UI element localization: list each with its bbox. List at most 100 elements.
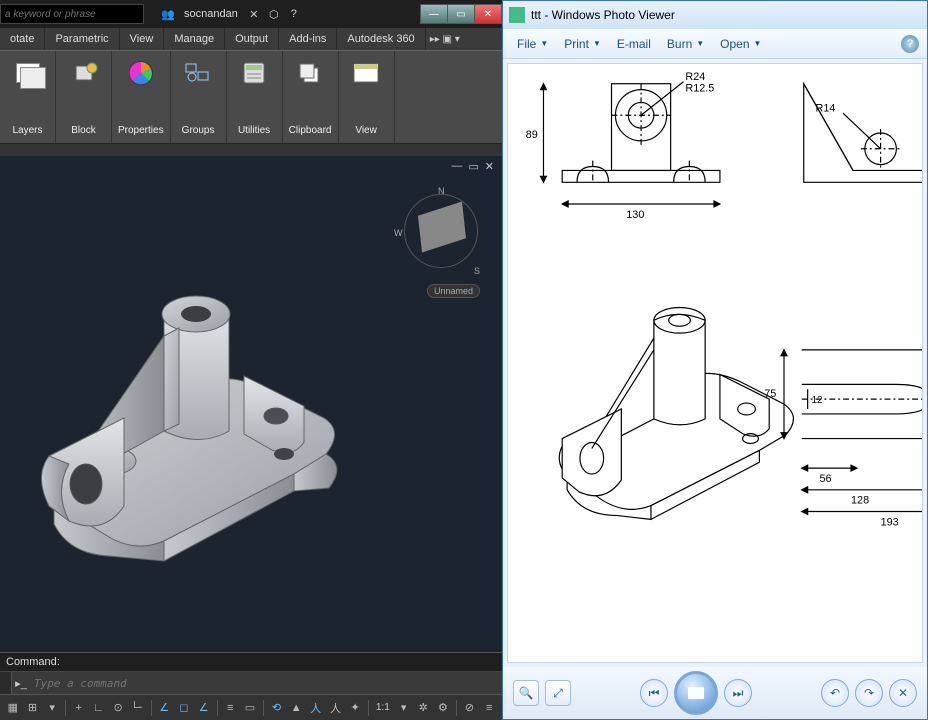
fit-button[interactable]: ⤢ (545, 680, 571, 706)
snap-ico[interactable]: ∠ (155, 698, 173, 718)
grid-ico[interactable]: ⊞ (24, 698, 42, 718)
gear-ico[interactable]: ⚙ (434, 698, 452, 718)
wpv-titlebar: ttt - Windows Photo Viewer (503, 1, 927, 29)
tab-view[interactable]: View (120, 28, 165, 50)
custom-ico[interactable]: ≡ (480, 698, 498, 718)
compass-w: W (394, 228, 403, 238)
menu-print[interactable]: Print▼ (558, 34, 607, 54)
exchange-icon[interactable]: ✕ (247, 7, 261, 21)
tab-annotate[interactable]: otate (0, 28, 45, 50)
cmd-prompt-icon: ▸_ (12, 677, 30, 690)
command-label: Command: (0, 653, 502, 672)
trans-ico[interactable]: ▭ (241, 698, 259, 718)
modes-ico[interactable]: ▾ (43, 698, 61, 718)
scale-drop-ico[interactable]: ▾ (395, 698, 413, 718)
minimize-button[interactable]: — (420, 4, 448, 24)
acad-titlebar: 👥 socnandan ✕ ⬡ ? — ▭ ✕ (0, 0, 502, 28)
group-utilities[interactable]: Utilities (227, 51, 283, 143)
view-icon (352, 59, 380, 87)
doc-restore-icon[interactable]: ▭ (468, 160, 478, 173)
osnap-ico[interactable]: ◻ (175, 698, 193, 718)
wpv-app-icon (509, 7, 525, 23)
filter-ico[interactable]: 人 (327, 698, 345, 718)
doc-close-icon[interactable]: ✕ (485, 160, 494, 173)
menu-open[interactable]: Open▼ (714, 34, 767, 54)
infer-ico[interactable]: + (70, 698, 88, 718)
otrack-ico[interactable]: ∠ (195, 698, 213, 718)
svg-text:12: 12 (812, 395, 823, 406)
group-groups[interactable]: Groups (171, 51, 227, 143)
block-label: Block (71, 122, 95, 139)
groups-icon (184, 59, 212, 87)
help-icon[interactable]: ? (901, 35, 919, 53)
doc-minimize-icon[interactable]: — (451, 160, 462, 173)
tab-output[interactable]: Output (225, 28, 279, 50)
cmd-handle[interactable] (0, 672, 12, 694)
tab-parametric[interactable]: Parametric (45, 28, 119, 50)
block-icon (70, 59, 98, 87)
zoom-button[interactable]: 🔍 (513, 680, 539, 706)
slideshow-button[interactable] (674, 671, 718, 715)
next-button[interactable]: ⏭ (724, 679, 752, 707)
close-button[interactable]: ✕ (474, 4, 502, 24)
group-view[interactable]: View (339, 51, 395, 143)
cloud-icon[interactable]: ⬡ (267, 7, 281, 21)
scale-label[interactable]: 1:1 (373, 702, 393, 713)
tab-autodesk360[interactable]: Autodesk 360 (337, 28, 425, 50)
help-icon[interactable]: ? (287, 7, 301, 21)
command-input[interactable] (30, 677, 502, 690)
rotate-ccw-button[interactable]: ↶ (821, 679, 849, 707)
viewcube[interactable]: N W S (396, 186, 486, 276)
svg-text:R24: R24 (685, 71, 705, 83)
properties-label: Properties (118, 122, 164, 139)
clipboard-icon (296, 59, 324, 87)
photo-canvas[interactable]: R24 R12.5 89 130 R14 (507, 63, 923, 663)
rotate-cw-button[interactable]: ↷ (855, 679, 883, 707)
model-3d (14, 206, 374, 566)
group-properties[interactable]: Properties (112, 51, 171, 143)
wpv-menu: File▼ Print▼ E-mail Burn▼ Open▼ ? (503, 29, 927, 59)
wpv-title-text: ttt - Windows Photo Viewer (531, 8, 675, 22)
engineering-drawing: R24 R12.5 89 130 R14 (508, 64, 922, 616)
tab-manage[interactable]: Manage (164, 28, 225, 50)
layers-label: Layers (12, 122, 42, 139)
group-layers[interactable]: Layers (0, 51, 56, 143)
svg-text:R12.5: R12.5 (685, 83, 714, 95)
svg-text:130: 130 (626, 209, 644, 221)
menu-email[interactable]: E-mail (611, 34, 657, 54)
signin-icon[interactable]: 👥 (161, 7, 175, 21)
iso-ico[interactable]: └╴ (129, 698, 147, 718)
delete-button[interactable]: ✕ (889, 679, 917, 707)
menu-file[interactable]: File▼ (511, 34, 554, 54)
viewcube-label[interactable]: Unnamed (427, 284, 480, 298)
workspace-ico[interactable]: ⊘ (461, 698, 479, 718)
3dosnap-ico[interactable]: ▲ (287, 698, 305, 718)
svg-text:75: 75 (764, 388, 776, 400)
tab-addins[interactable]: Add-ins (279, 28, 337, 50)
clipboard-label: Clipboard (289, 122, 332, 139)
ann-ico[interactable]: ✲ (414, 698, 432, 718)
view-label: View (355, 122, 377, 139)
gizmo-ico[interactable]: ✦ (346, 698, 364, 718)
ribbon-tabs: otate Parametric View Manage Output Add-… (0, 28, 502, 50)
polar-ico[interactable]: ⊙ (109, 698, 127, 718)
lwt-ico[interactable]: ≡ (221, 698, 239, 718)
ducs-ico[interactable]: 人 (307, 698, 325, 718)
ortho-ico[interactable]: ∟ (90, 698, 108, 718)
drawing-canvas[interactable]: — ▭ ✕ N W S Unnamed (0, 156, 502, 652)
user-label[interactable]: socnandan (184, 8, 238, 20)
prev-button[interactable]: ⏮ (640, 679, 668, 707)
statusbar: ▦ ⊞ ▾ + ∟ ⊙ └╴ ∠ ◻ ∠ ≡ ▭ ⟲ ▲ 人 人 ✦ 1:1 ▾… (0, 694, 502, 720)
search-input[interactable] (0, 4, 144, 24)
menu-burn[interactable]: Burn▼ (661, 34, 710, 54)
group-clipboard[interactable]: Clipboard (283, 51, 339, 143)
tab-overflow[interactable]: ▸▸ ▣ ▾ (430, 34, 460, 45)
compass-n: N (438, 186, 445, 196)
model-ico[interactable]: ▦ (4, 698, 22, 718)
cycle-ico[interactable]: ⟲ (268, 698, 286, 718)
group-block[interactable]: Block (56, 51, 112, 143)
maximize-button[interactable]: ▭ (447, 4, 475, 24)
svg-text:128: 128 (851, 495, 869, 507)
svg-text:193: 193 (881, 516, 899, 528)
properties-icon (127, 59, 155, 87)
